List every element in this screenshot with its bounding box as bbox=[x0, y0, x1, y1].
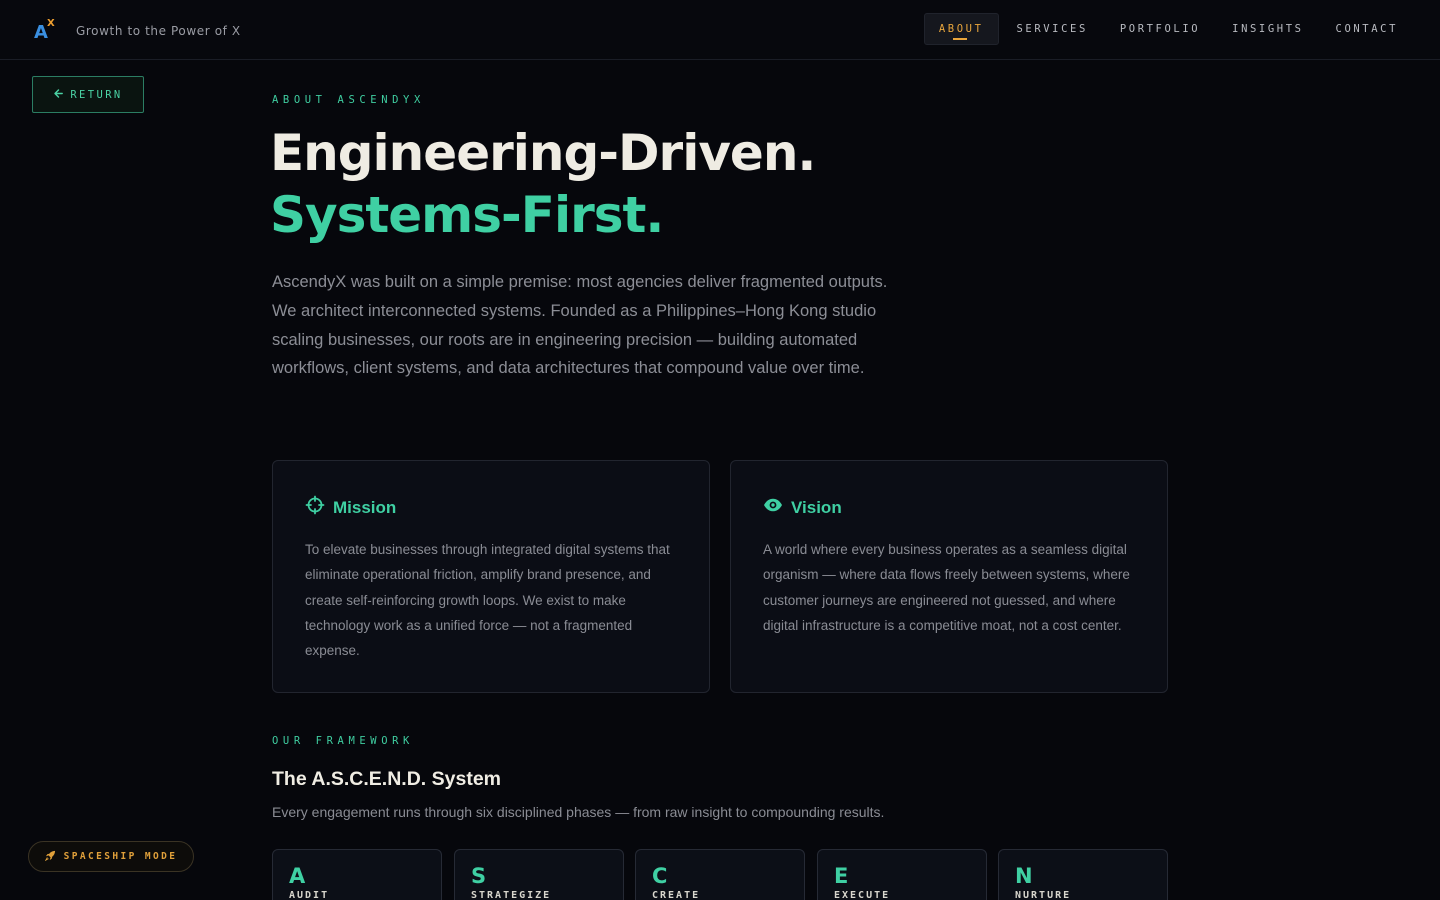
main-nav: ABOUT SERVICES PORTFOLIO INSIGHTS CONTAC… bbox=[923, 13, 1412, 45]
spaceship-mode-button[interactable]: SPACESHIP MODE bbox=[28, 841, 194, 872]
crosshair-icon bbox=[305, 495, 325, 520]
framework-subtitle: Every engagement runs through six discip… bbox=[272, 804, 885, 820]
framework-eyebrow: OUR FRAMEWORK bbox=[272, 735, 414, 747]
logo[interactable]: A X bbox=[34, 18, 60, 43]
phase-name: STRATEGIZE bbox=[471, 890, 552, 900]
vision-heading: Vision bbox=[763, 495, 1135, 520]
vision-body: A world where every business operates as… bbox=[763, 542, 1130, 633]
phase-letter: N bbox=[1015, 864, 1033, 888]
rocket-icon bbox=[44, 850, 56, 864]
hero-eyebrow: ABOUT ASCENDYX bbox=[272, 94, 425, 106]
phase-letter: S bbox=[471, 864, 487, 888]
nav-portfolio[interactable]: PORTFOLIO bbox=[1106, 13, 1214, 45]
phase-card-create[interactable]: C CREATE bbox=[635, 849, 805, 900]
logo-superscript: X bbox=[47, 18, 55, 29]
phase-letter: C bbox=[652, 864, 668, 888]
logo-letter: A bbox=[34, 22, 48, 43]
phase-card-execute[interactable]: E EXECUTE bbox=[817, 849, 987, 900]
nav-insights[interactable]: INSIGHTS bbox=[1218, 13, 1317, 45]
mission-card: Mission To elevate businesses through in… bbox=[272, 460, 710, 693]
intro-paragraph: AscendyX was built on a simple premise: … bbox=[272, 273, 888, 378]
phase-card-nurture[interactable]: N NURTURE bbox=[998, 849, 1168, 900]
return-label: RETURN bbox=[70, 88, 123, 101]
phase-letter: E bbox=[834, 864, 849, 888]
site-header: A X Growth to the Power of X ABOUT SERVI… bbox=[0, 0, 1440, 60]
mission-title: Mission bbox=[333, 497, 397, 517]
phase-name: CREATE bbox=[652, 890, 701, 900]
title-line-2: Systems-First. bbox=[270, 186, 664, 244]
tagline: Growth to the Power of X bbox=[76, 24, 241, 38]
mission-body: To elevate businesses through integrated… bbox=[305, 542, 670, 659]
title-line-1: Engineering-Driven. bbox=[270, 124, 816, 182]
phase-card-audit[interactable]: A AUDIT bbox=[272, 849, 442, 900]
spaceship-label: SPACESHIP MODE bbox=[63, 851, 178, 862]
arrow-left-icon bbox=[53, 88, 64, 102]
return-button[interactable]: RETURN bbox=[32, 76, 144, 113]
vision-card: Vision A world where every business oper… bbox=[730, 460, 1168, 693]
nav-contact[interactable]: CONTACT bbox=[1322, 13, 1412, 45]
page-title: Engineering-Driven. Systems-First. bbox=[270, 122, 816, 246]
phase-name: EXECUTE bbox=[834, 890, 891, 900]
nav-about[interactable]: ABOUT bbox=[923, 13, 999, 45]
phase-name: AUDIT bbox=[289, 890, 330, 900]
framework-title: The A.S.C.E.N.D. System bbox=[272, 768, 502, 790]
phase-card-strategize[interactable]: S STRATEGIZE bbox=[454, 849, 624, 900]
mission-heading: Mission bbox=[305, 495, 677, 520]
phase-name: NURTURE bbox=[1015, 890, 1072, 900]
phase-letter: A bbox=[289, 864, 306, 888]
eye-icon bbox=[763, 495, 783, 520]
nav-services[interactable]: SERVICES bbox=[1003, 13, 1102, 45]
vision-title: Vision bbox=[791, 497, 842, 517]
